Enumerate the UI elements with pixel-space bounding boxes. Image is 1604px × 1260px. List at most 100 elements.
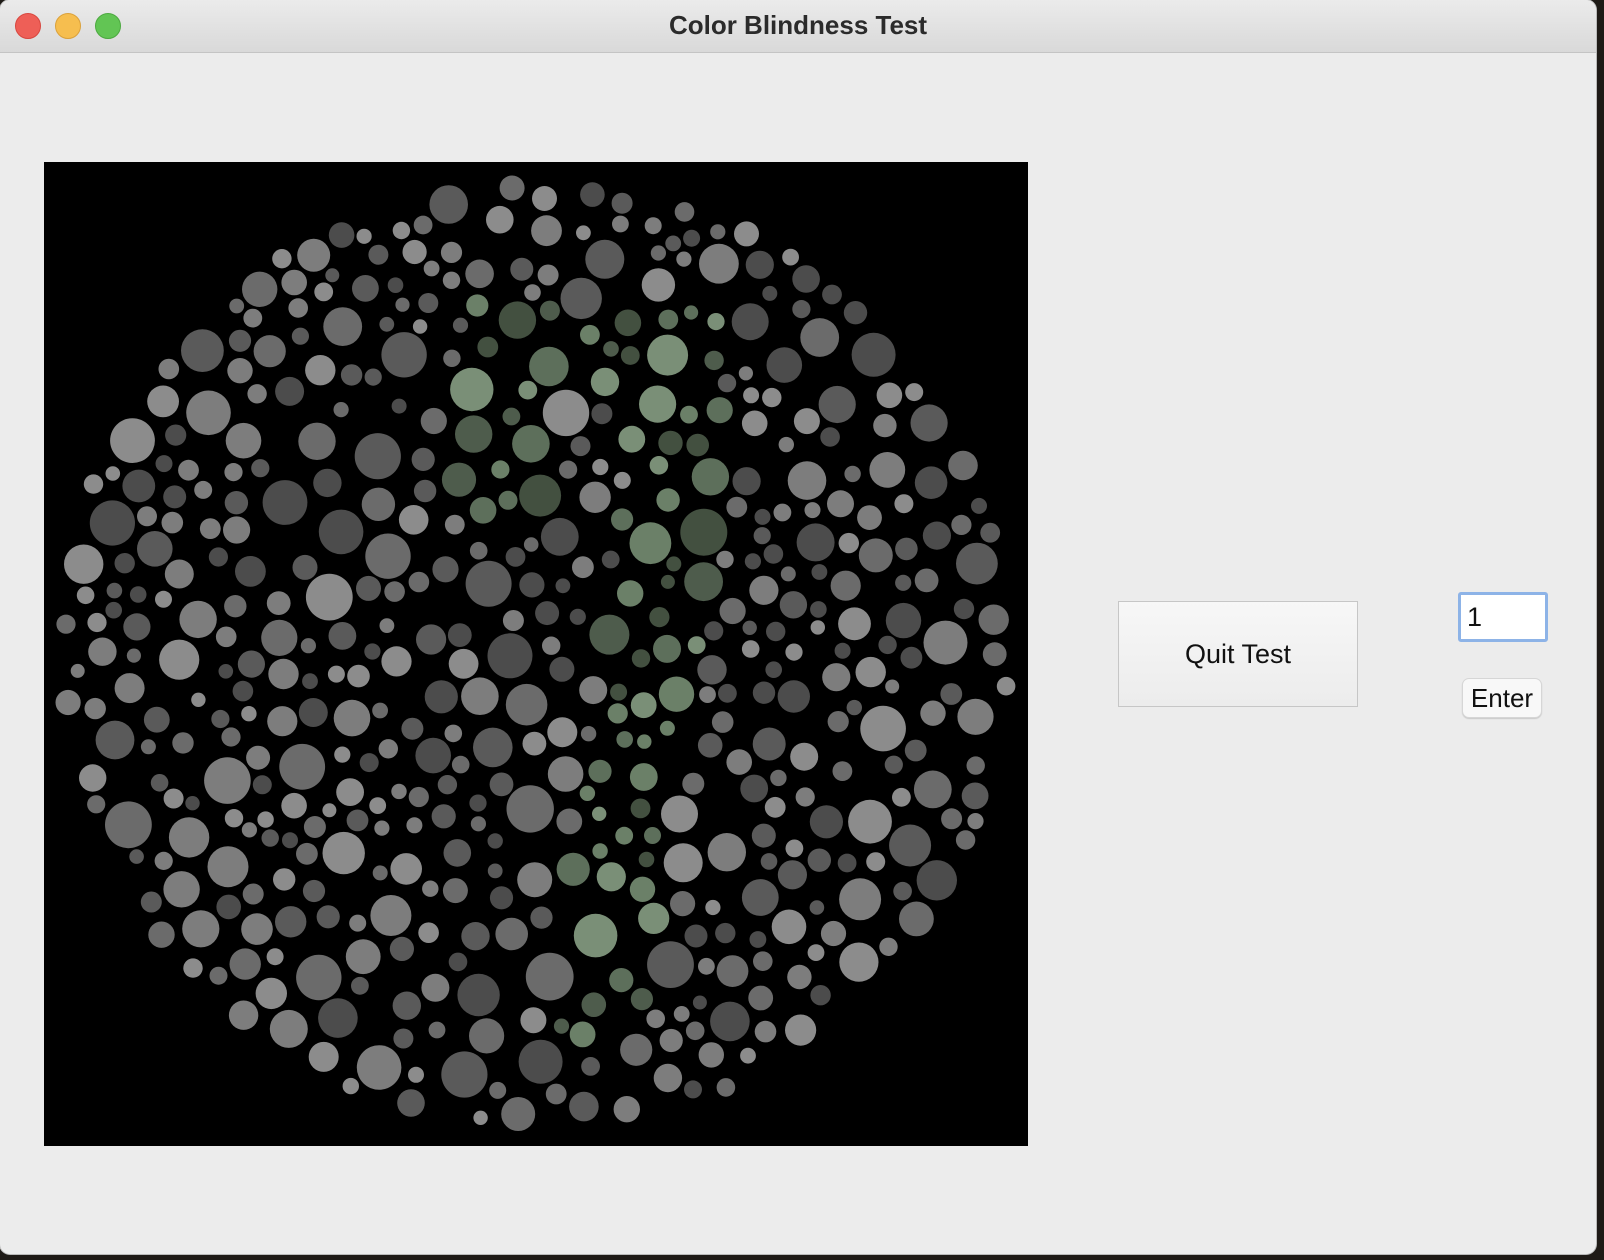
- app-window: Color Blindness Test Quit Test Enter: [0, 0, 1596, 1254]
- plate-dot: [340, 364, 363, 386]
- plate-dot: [792, 265, 820, 293]
- plate-dot: [726, 496, 748, 518]
- plate-dot: [379, 618, 395, 633]
- plate-dot: [580, 324, 600, 345]
- plate-dot: [740, 1047, 756, 1064]
- plate-dot: [328, 622, 357, 650]
- plate-dot: [398, 505, 429, 535]
- plate-dot: [158, 358, 180, 380]
- plate-dot: [537, 264, 559, 286]
- plate-dot: [576, 225, 591, 241]
- plate-dot: [800, 318, 840, 357]
- plate-dot: [940, 683, 963, 705]
- plate-dot: [473, 727, 513, 768]
- plate-dot: [659, 720, 675, 736]
- plate-dot: [87, 795, 106, 814]
- plate-dot: [444, 514, 465, 535]
- plate-dot: [754, 508, 771, 525]
- title-bar[interactable]: Color Blindness Test: [0, 0, 1596, 53]
- plate-dot: [545, 1083, 567, 1105]
- plate-dot: [465, 560, 512, 607]
- plate-dot: [428, 1021, 446, 1039]
- plate-dot: [699, 243, 739, 284]
- plate-dot: [161, 511, 184, 534]
- plate-dot: [243, 308, 263, 328]
- plate-dot: [361, 487, 396, 521]
- plate-dot: [473, 1110, 488, 1125]
- plate-dot: [716, 955, 749, 987]
- plate-dot: [904, 739, 927, 762]
- plate-dot: [616, 731, 633, 748]
- plate-dot: [953, 598, 975, 620]
- plate-dot: [525, 952, 574, 1001]
- plate-dot: [572, 556, 594, 579]
- plate-dot: [647, 334, 689, 376]
- plate-dot: [777, 680, 810, 713]
- plate-dot: [209, 966, 228, 985]
- plate-dot: [105, 801, 152, 849]
- plate-dot: [660, 574, 675, 589]
- plate-dot: [448, 648, 479, 679]
- plate-dot: [228, 329, 252, 352]
- quit-test-button[interactable]: Quit Test: [1118, 601, 1358, 707]
- plate-dot: [182, 910, 220, 948]
- plate-dot: [437, 775, 458, 795]
- plate-dot: [832, 761, 853, 781]
- plate-dot: [143, 706, 170, 733]
- plate-dot: [255, 977, 287, 1010]
- plate-dot: [420, 407, 447, 435]
- answer-input[interactable]: [1458, 592, 1548, 642]
- plate-dot: [465, 259, 494, 289]
- plate-dot: [469, 497, 497, 524]
- plate-dot: [683, 229, 701, 247]
- plate-dot: [415, 737, 452, 774]
- plate-dot: [899, 901, 934, 937]
- plate-dot: [105, 466, 121, 481]
- plate-dot: [79, 764, 107, 792]
- plate-dot: [676, 251, 692, 267]
- plate-dot: [505, 547, 526, 567]
- plate-dot: [665, 235, 682, 252]
- plate-dot: [609, 968, 634, 993]
- plate-dot: [489, 886, 514, 910]
- plate-dot: [165, 424, 187, 446]
- plate-dot: [956, 542, 998, 585]
- plate-dot: [129, 586, 147, 603]
- plate-dot: [452, 317, 469, 333]
- plate-dot: [704, 621, 724, 641]
- plate-dot: [148, 921, 175, 948]
- plate-dot: [89, 500, 135, 546]
- plate-dot: [323, 307, 363, 346]
- plate-dot: [225, 422, 262, 459]
- plate-dot: [611, 192, 633, 214]
- plate-dot: [381, 332, 427, 378]
- plate-dot: [588, 759, 612, 783]
- plate-dot: [356, 1045, 402, 1090]
- plate-dot: [795, 787, 815, 807]
- plate-dot: [851, 332, 896, 377]
- plate-dot: [715, 922, 736, 944]
- plate-dot: [818, 385, 856, 424]
- plate-dot: [442, 271, 461, 289]
- plate-dot: [539, 300, 560, 321]
- plate-dot: [658, 430, 683, 456]
- plate-dot: [790, 742, 819, 771]
- plate-dot: [224, 491, 249, 515]
- plate-dot: [424, 680, 458, 714]
- plate-dot: [658, 309, 679, 330]
- plate-dot: [591, 403, 613, 425]
- plate-dot: [137, 531, 173, 567]
- plate-dot: [218, 664, 234, 679]
- enter-button[interactable]: Enter: [1462, 678, 1542, 718]
- plate-dot: [469, 541, 488, 560]
- plate-dot: [839, 942, 879, 982]
- plate-dot: [224, 595, 247, 618]
- plate-dot: [822, 284, 842, 305]
- plate-dot: [313, 468, 342, 498]
- plate-dot: [579, 481, 611, 513]
- plate-dot: [266, 948, 284, 966]
- plate-dot: [297, 238, 331, 272]
- plate-dot: [810, 620, 825, 635]
- plate-dot: [613, 1096, 640, 1123]
- plate-dot: [83, 474, 104, 494]
